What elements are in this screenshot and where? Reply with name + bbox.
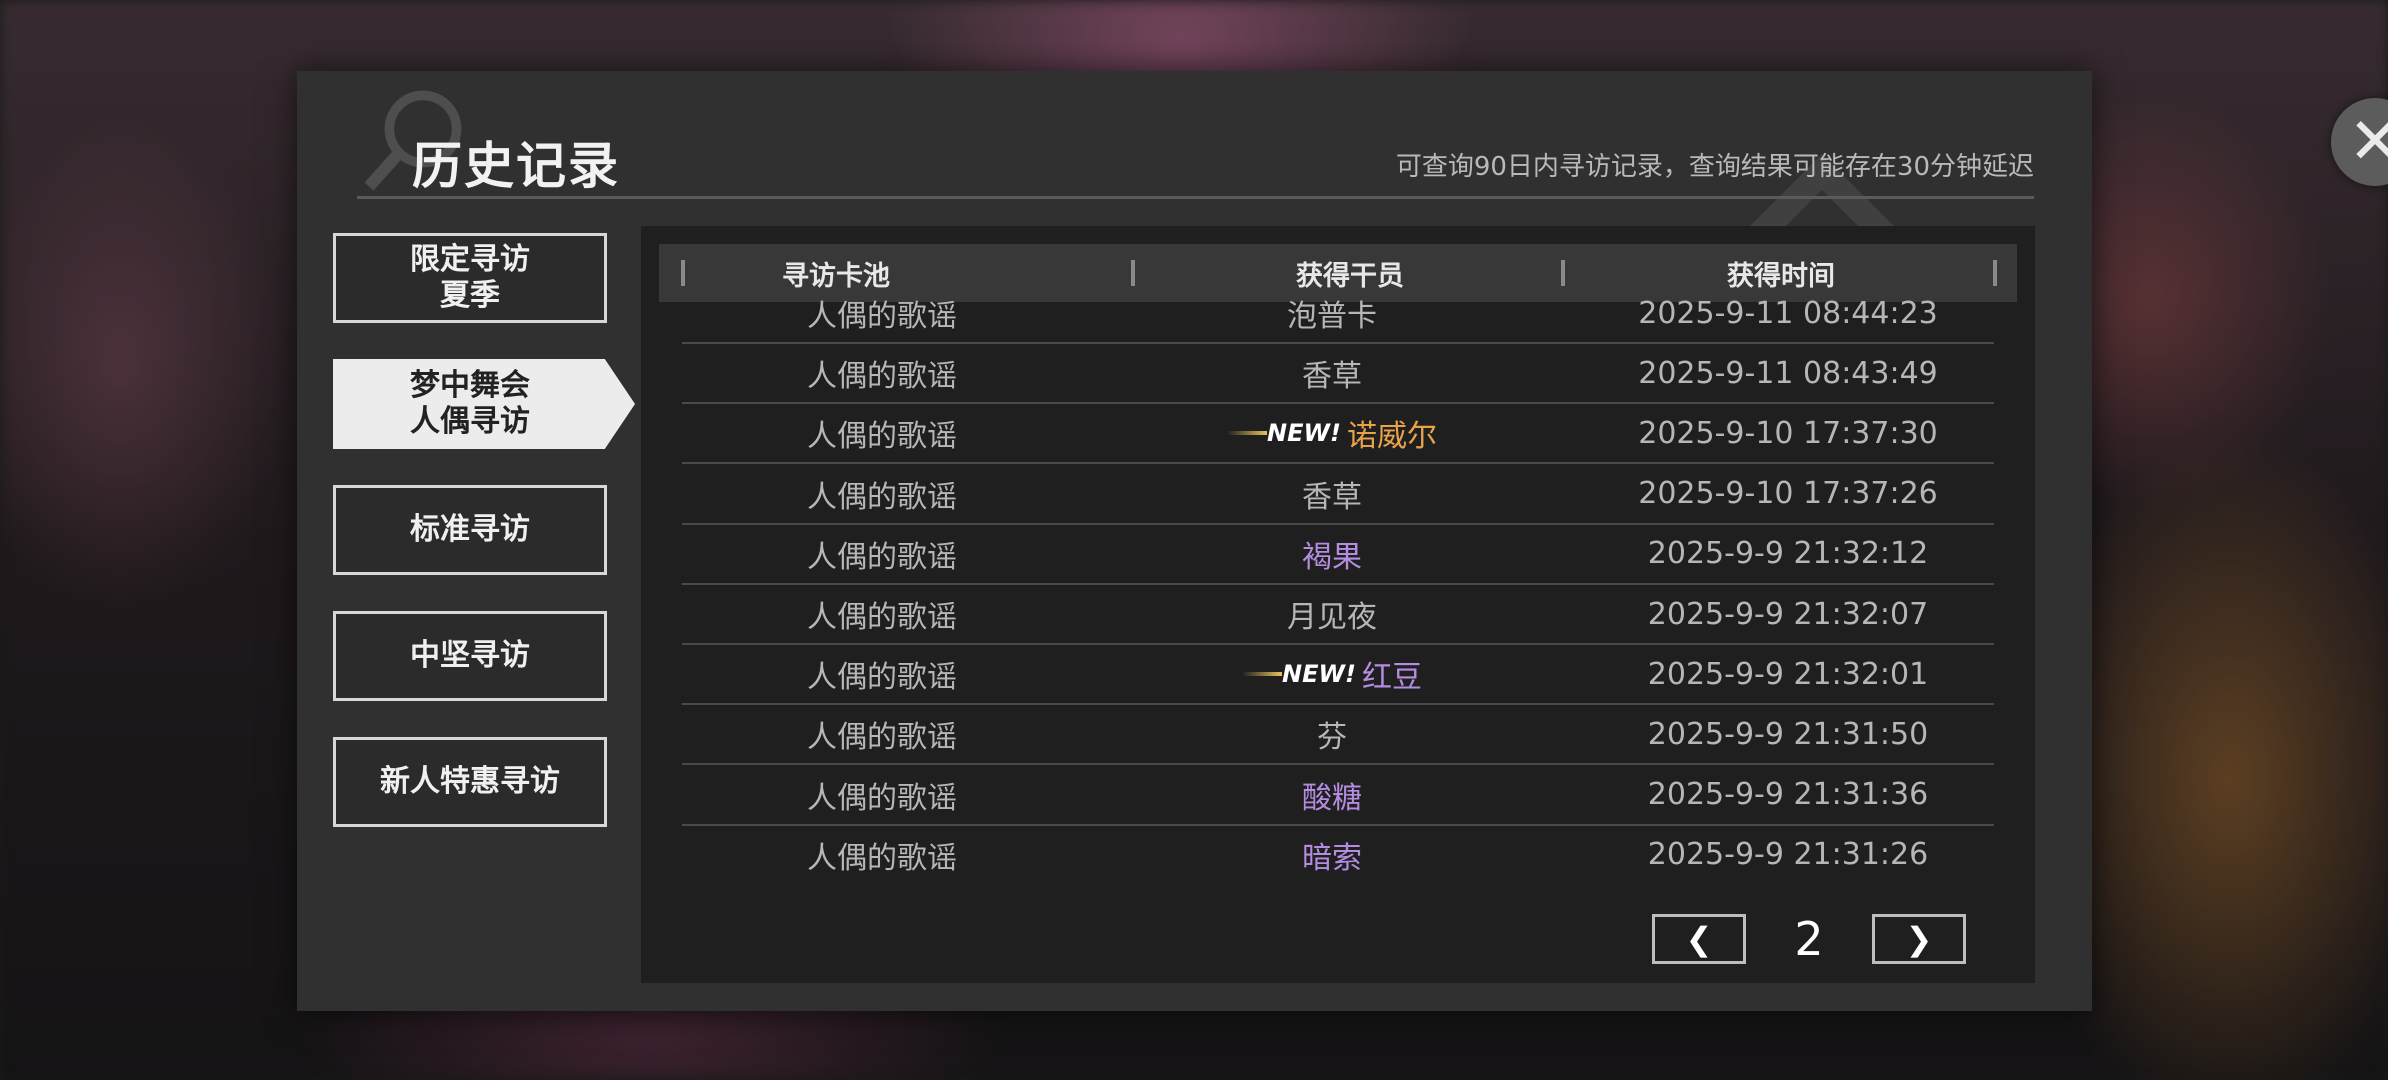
- new-badge: NEW!: [1227, 419, 1341, 447]
- time-cell: 2025-9-11 08:44:23: [1638, 295, 1938, 331]
- operator-name: 月见夜: [1287, 600, 1377, 635]
- time-cell: 2025-9-9 21:31:36: [1647, 777, 1929, 813]
- operator-cell: 暗索: [1082, 826, 1582, 884]
- pool-cell: 人偶的歌谣: [807, 780, 957, 816]
- table-row: 人偶的歌谣 NEW! 红豆 2025-9-9 21:32:01: [682, 645, 1994, 706]
- chevron-right-icon: ❯: [1905, 920, 1933, 958]
- pool-cell: 人偶的歌谣: [807, 720, 957, 756]
- operator-cell: 芬: [1082, 705, 1582, 763]
- tab-limited-summer[interactable]: 限定寻访 夏季: [333, 233, 607, 323]
- pool-cell: 人偶的歌谣: [807, 660, 957, 696]
- operator-cell: 香草: [1082, 465, 1582, 523]
- pool-cell: 人偶的歌谣: [807, 600, 957, 635]
- operator-cell: 酸糖: [1082, 766, 1582, 824]
- tab-label: 中坚寻访: [410, 638, 530, 673]
- tab-label: 限定寻访 夏季: [410, 242, 530, 313]
- title-divider: [357, 196, 2034, 199]
- header-separator: [1993, 260, 1997, 286]
- chevron-left-icon: ❮: [1685, 920, 1713, 958]
- tab-label: 新人特惠寻访: [380, 764, 560, 799]
- operator-name: 红豆: [1361, 660, 1422, 696]
- operator-name: 香草: [1302, 479, 1362, 515]
- table-row: 人偶的歌谣 NEW! 诺威尔 2025-9-10 17:37:30: [682, 404, 1994, 465]
- pagination: ❮ 2 ❯: [1652, 912, 1972, 970]
- operator-cell: 香草: [1082, 344, 1582, 402]
- history-dialog: 历史记录 可查询90日内寻访记录，查询结果可能存在30分钟延迟 限定寻访 夏季 …: [297, 71, 2388, 1011]
- table-row: 人偶的歌谣 酸糖 2025-9-9 21:31:36: [682, 766, 1994, 826]
- time-cell: 2025-9-10 17:37:30: [1638, 415, 1938, 451]
- tab-label: 标准寻访: [410, 512, 530, 547]
- table-row: 人偶的歌谣 芬 2025-9-9 21:31:50: [682, 705, 1994, 766]
- operator-name: 香草: [1302, 359, 1362, 395]
- operator-cell: 褐果: [1082, 525, 1582, 583]
- time-cell: 2025-9-9 21:32:12: [1647, 536, 1929, 572]
- tab-dream-ball-doll[interactable]: 梦中舞会 人偶寻访: [333, 359, 635, 449]
- close-icon: ✕: [2348, 105, 2388, 179]
- table-row: 人偶的歌谣 香草 2025-9-11 08:43:49: [682, 344, 1994, 405]
- time-cell: 2025-9-11 08:43:49: [1638, 355, 1938, 391]
- pool-cell: 人偶的歌谣: [807, 299, 957, 334]
- operator-cell: NEW! 诺威尔: [1082, 404, 1582, 462]
- query-hint: 可查询90日内寻访记录，查询结果可能存在30分钟延迟: [1395, 152, 2034, 182]
- time-cell: 2025-9-9 21:32:01: [1647, 656, 1929, 692]
- operator-name: 酸糖: [1302, 780, 1362, 816]
- table-row: 人偶的歌谣 褐果 2025-9-9 21:32:12: [682, 525, 1994, 585]
- table-row: 人偶的歌谣 香草 2025-9-10 17:37:26: [682, 465, 1994, 525]
- operator-name: 诺威尔: [1346, 419, 1437, 455]
- new-badge: NEW!: [1242, 660, 1356, 688]
- pool-cell: 人偶的歌谣: [807, 539, 957, 575]
- time-cell: 2025-9-10 17:37:26: [1638, 476, 1938, 512]
- page-number: 2: [1794, 912, 1824, 966]
- pool-cell: 人偶的歌谣: [807, 840, 957, 876]
- time-cell: 2025-9-9 21:32:07: [1647, 596, 1929, 632]
- operator-name: 暗索: [1302, 840, 1362, 876]
- operator-name: 泡普卡: [1287, 299, 1377, 334]
- tab-label: 梦中舞会 人偶寻访: [410, 368, 530, 439]
- next-page-button[interactable]: ❯: [1872, 914, 1966, 964]
- tab-standard[interactable]: 标准寻访: [333, 485, 607, 575]
- pool-cell: 人偶的歌谣: [807, 479, 957, 515]
- tab-newbie-special[interactable]: 新人特惠寻访: [333, 737, 607, 827]
- operator-cell: 泡普卡: [1082, 284, 1582, 342]
- time-cell: 2025-9-9 21:31:50: [1647, 716, 1929, 752]
- table-row: 人偶的歌谣 月见夜 2025-9-9 21:32:07: [682, 585, 1994, 645]
- operator-cell: 月见夜: [1082, 585, 1582, 643]
- time-cell: 2025-9-9 21:31:26: [1647, 837, 1929, 873]
- page-title: 历史记录: [412, 137, 620, 195]
- operator-cell: NEW! 红豆: [1082, 645, 1582, 703]
- pool-cell: 人偶的歌谣: [807, 419, 957, 455]
- table-row: 人偶的歌谣 泡普卡 2025-9-11 08:44:23: [682, 284, 1994, 344]
- operator-name: 芬: [1317, 720, 1347, 756]
- pool-cell: 人偶的歌谣: [807, 359, 957, 395]
- history-table: 寻访卡池 获得干员 获得时间 人偶的歌谣 泡普卡 2025-9-11 08:44:2…: [641, 226, 2035, 983]
- operator-name: 褐果: [1302, 539, 1362, 575]
- tab-core[interactable]: 中坚寻访: [333, 611, 607, 701]
- prev-page-button[interactable]: ❮: [1652, 914, 1746, 964]
- table-row: 人偶的歌谣 暗索 2025-9-9 21:31:26: [682, 826, 1994, 886]
